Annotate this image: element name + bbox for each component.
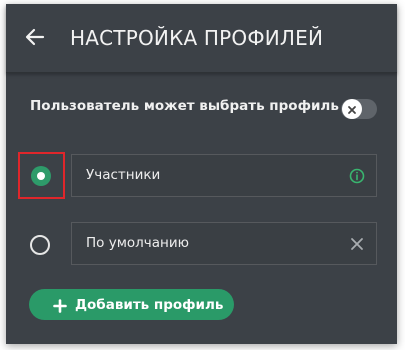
profile-name: Участники [86, 167, 161, 183]
profile-settings-panel: НАСТРОЙКА ПРОФИЛЕЙ Пользователь может вы… [6, 4, 397, 344]
profile-name: По умолчанию [86, 235, 189, 251]
arrow-left-icon[interactable] [24, 26, 46, 48]
plus-icon [53, 298, 67, 313]
toggle-knob [342, 99, 362, 119]
profile-field-default[interactable]: По умолчанию [71, 222, 377, 265]
header: НАСТРОЙКА ПРОФИЛЕЙ [6, 4, 397, 73]
close-icon [347, 100, 357, 119]
user-choice-toggle[interactable] [341, 99, 377, 119]
user-choice-label: Пользователь может выбрать профиль [30, 98, 339, 114]
profile-radio-participants[interactable] [31, 166, 51, 186]
add-profile-button[interactable]: Добавить профиль [29, 289, 234, 320]
info-icon[interactable] [348, 167, 366, 185]
profile-radio-default[interactable] [30, 235, 50, 255]
radio-dot [37, 172, 45, 180]
page-title: НАСТРОЙКА ПРОФИЛЕЙ [70, 26, 324, 50]
profile-field-participants[interactable]: Участники [71, 154, 377, 197]
add-profile-label: Добавить профиль [75, 296, 224, 313]
close-icon[interactable] [348, 235, 366, 253]
